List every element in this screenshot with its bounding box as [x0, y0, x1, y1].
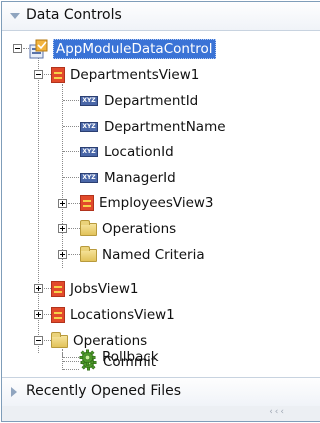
- tree-node-label: JobsView1: [70, 281, 139, 297]
- tree-guide-line: [63, 100, 79, 101]
- attribute-icon: XYZ: [80, 96, 98, 106]
- tree-guide-line: [63, 361, 79, 362]
- data-controls-title: Data Controls: [26, 7, 122, 23]
- data-controls-tree: AppModuleDataControl DepartmentsView1 XY…: [2, 31, 320, 370]
- tree-guide-line: [63, 151, 79, 152]
- tree-node-attribute[interactable]: XYZ ManagerId: [80, 167, 178, 189]
- tree-guide-line: [63, 369, 79, 370]
- tree-node-named-criteria[interactable]: Named Criteria: [80, 244, 207, 266]
- view-object-icon: [51, 281, 65, 297]
- expander-locations-view[interactable]: [34, 310, 43, 319]
- attribute-icon: XYZ: [80, 122, 98, 132]
- tree-guide-line: [68, 228, 80, 229]
- tree-guide-line: [44, 288, 51, 289]
- tree-guide-line: [44, 314, 51, 315]
- panel-status-bar: ‹‹‹: [2, 406, 320, 421]
- tree-guide-line: [44, 74, 51, 75]
- tree-node-employees-view[interactable]: EmployeesView3: [80, 192, 216, 214]
- recently-opened-files-header[interactable]: Recently Opened Files: [2, 377, 320, 407]
- tree-node-jobs-view[interactable]: JobsView1: [51, 278, 140, 300]
- tree-node-attribute[interactable]: XYZ DepartmentName: [80, 116, 228, 138]
- tree-guide-line: [62, 349, 63, 357]
- collapse-triangle-icon[interactable]: [10, 13, 20, 19]
- expander-named-criteria[interactable]: [58, 250, 67, 259]
- tree-node-label: DepartmentId: [104, 93, 199, 109]
- folder-icon: [51, 331, 68, 348]
- expander-jobs-view[interactable]: [34, 284, 43, 293]
- data-controls-header[interactable]: Data Controls: [2, 2, 320, 31]
- expander-root-operations[interactable]: [34, 336, 43, 345]
- tree-node-locations-view[interactable]: LocationsView1: [51, 304, 177, 326]
- folder-icon: [80, 219, 97, 236]
- tree-guide-line: [63, 126, 79, 127]
- tree-node-dept-operations[interactable]: Operations: [80, 218, 178, 240]
- view-object-icon: [51, 67, 65, 83]
- recently-opened-files-title: Recently Opened Files: [26, 383, 182, 399]
- expander-employees-view[interactable]: [58, 199, 67, 208]
- tree-node-departments-view[interactable]: DepartmentsView1: [51, 64, 201, 86]
- attribute-icon: XYZ: [80, 147, 98, 157]
- tree-guide-line: [63, 177, 79, 178]
- view-object-icon: [80, 195, 94, 211]
- resize-grip[interactable]: ‹‹‹: [269, 407, 286, 417]
- tree-node-attribute[interactable]: XYZ DepartmentId: [80, 90, 200, 112]
- tree-node-label: Named Criteria: [102, 247, 205, 263]
- expander-departments-view[interactable]: [34, 70, 43, 79]
- tree-guide-line: [38, 58, 39, 353]
- tree-node-attribute[interactable]: XYZ LocationId: [80, 141, 176, 163]
- gear-icon: [79, 349, 96, 365]
- expander-dept-operations[interactable]: [58, 224, 67, 233]
- tree-node-label: AppModuleDataControl: [53, 39, 216, 59]
- expander-root[interactable]: [13, 44, 22, 53]
- tree-node-label: DepartmentsView1: [70, 67, 200, 83]
- view-object-icon: [51, 307, 65, 323]
- tree-node-label: DepartmentName: [104, 119, 226, 135]
- tree-node-label: EmployeesView3: [99, 195, 214, 211]
- tree-guide-line: [68, 254, 80, 255]
- tree-node-label: Operations: [102, 221, 177, 237]
- tree-guide-line: [68, 203, 80, 204]
- expand-triangle-icon[interactable]: [11, 387, 17, 397]
- data-control-icon: [29, 39, 48, 59]
- tree-guide-line: [62, 84, 63, 268]
- tree-guide-line: [63, 357, 79, 358]
- tree-node-label: ManagerId: [104, 170, 176, 186]
- tree-node-label: LocationsView1: [70, 307, 175, 323]
- tree-node-label: Rollback: [102, 349, 159, 365]
- tree-node-root[interactable]: AppModuleDataControl: [29, 38, 216, 60]
- tree-node-rollback-item[interactable]: Rollback: [79, 346, 161, 368]
- tree-guide-line: [44, 340, 51, 341]
- tree-node-label: LocationId: [104, 144, 174, 160]
- folder-icon: [80, 245, 97, 262]
- attribute-icon: XYZ: [80, 173, 98, 183]
